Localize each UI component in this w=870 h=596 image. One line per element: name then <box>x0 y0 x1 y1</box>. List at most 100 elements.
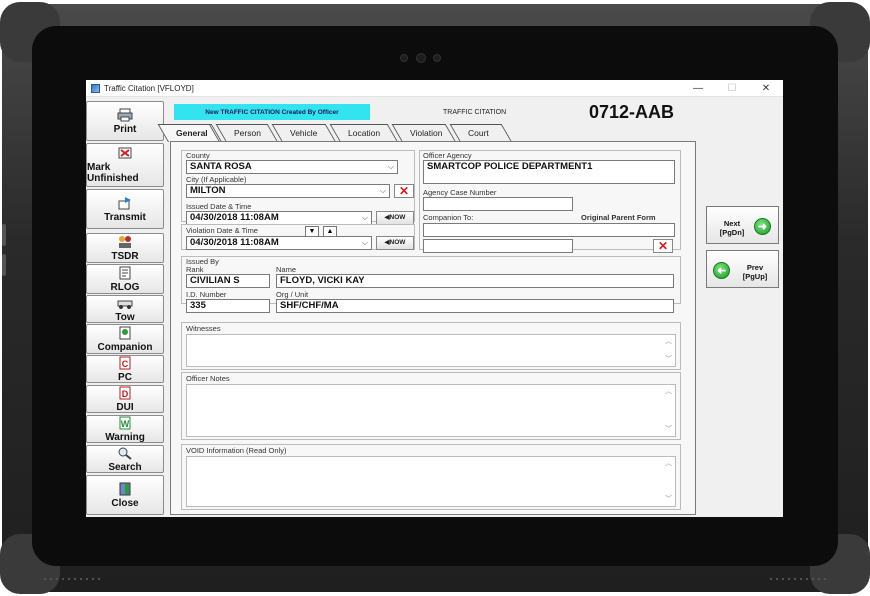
tab-vehicle[interactable]: Vehicle <box>271 124 336 142</box>
rank-label: Rank <box>186 265 204 274</box>
svg-text:W: W <box>121 419 130 429</box>
chevron-down-icon: ⌵ <box>379 186 386 195</box>
scroll-down-icon[interactable]: ﹀ <box>665 425 672 435</box>
citation-number: 0712-AAB <box>589 102 675 122</box>
warning-button[interactable]: W Warning <box>86 415 164 443</box>
org-unit-label: Org / Unit <box>276 290 309 299</box>
next-button[interactable]: Next [PgDn] ➜ <box>706 206 779 244</box>
dui-label: DUI <box>116 401 134 413</box>
officer-agency-label: Officer Agency <box>423 151 472 160</box>
tab-location[interactable]: Location <box>329 124 398 142</box>
next-label: Next <box>723 219 741 228</box>
close-button[interactable]: Close <box>86 475 164 515</box>
tab-violation[interactable]: Violation <box>391 124 456 142</box>
transmit-label: Transmit <box>104 211 146 223</box>
tow-label: Tow <box>115 311 135 323</box>
tsdr-label: TSDR <box>111 250 139 262</box>
close-label: Close <box>111 497 139 509</box>
tab-person[interactable]: Person <box>215 124 278 142</box>
scroll-up-icon[interactable]: ︿ <box>665 459 672 469</box>
close-window-button[interactable]: ✕ <box>749 83 783 94</box>
county-select[interactable]: SANTA ROSA ⌵ <box>186 160 398 174</box>
dui-button[interactable]: D DUI <box>86 385 164 413</box>
form-type-label: TRAFFIC CITATION <box>443 109 507 116</box>
chevron-down-icon: ⌵ <box>361 213 368 222</box>
search-button[interactable]: Search <box>86 445 164 473</box>
officer-notes-label: Officer Notes <box>186 374 230 383</box>
id-number-field[interactable]: 335 <box>186 299 270 313</box>
issued-now-button[interactable]: ◀NOW <box>376 211 414 225</box>
transmit-icon <box>117 196 133 210</box>
mark-unfinished-button[interactable]: Mark Unfinished <box>86 143 164 187</box>
app-window: Traffic Citation [VFLOYD] — ☐ ✕ Print Ma… <box>86 80 783 517</box>
app-icon <box>91 83 100 93</box>
prev-key-label: [PgUp] <box>742 272 768 281</box>
general-panel: County SANTA ROSA ⌵ City (If Applicable) … <box>170 141 696 515</box>
violation-date-picker[interactable]: 04/30/2018 11:08AM ⌵ <box>186 236 372 250</box>
companion-field[interactable] <box>423 223 675 237</box>
minimize-button[interactable]: — <box>681 83 715 94</box>
warning-icon: W <box>117 416 133 430</box>
agency-case-field[interactable] <box>423 197 573 211</box>
printer-icon <box>117 108 133 122</box>
parent-form-field[interactable] <box>423 239 573 253</box>
id-number-label: I.D. Number <box>186 290 227 299</box>
speaker-grille <box>768 576 828 582</box>
name-label: Name <box>276 265 297 274</box>
tab-general[interactable]: General <box>157 124 220 142</box>
clear-city-button[interactable]: ✕ <box>394 184 414 198</box>
prev-button[interactable]: ➜ Prev [PgUp] <box>706 250 779 288</box>
clear-companion-button[interactable]: ✕ <box>653 239 673 253</box>
witnesses-label: Witnesses <box>186 324 221 333</box>
arrow-left-icon: ➜ <box>713 262 730 279</box>
witnesses-textarea[interactable]: ︿ ﹀ <box>186 334 676 367</box>
close-icon: ✕ <box>398 184 410 198</box>
svg-text:D: D <box>122 389 129 399</box>
companion-button[interactable]: Companion <box>86 324 164 354</box>
issued-date-picker[interactable]: 04/30/2018 11:08AM ⌵ <box>186 211 372 225</box>
violation-now-button[interactable]: ◀NOW <box>376 236 414 250</box>
mark-unfinished-label: Mark Unfinished <box>87 162 139 184</box>
tablet-side-button <box>2 254 6 276</box>
scroll-up-icon[interactable]: ︿ <box>665 337 672 347</box>
officer-notes-textarea[interactable]: ︿ ﹀ <box>186 384 676 437</box>
search-label: Search <box>108 461 142 473</box>
speaker-grille <box>42 576 102 582</box>
scroll-down-icon[interactable]: ﹀ <box>665 355 672 365</box>
rank-field[interactable]: CIVILIAN S <box>186 274 270 288</box>
dui-icon: D <box>117 386 133 400</box>
tsdr-button[interactable]: TSDR <box>86 233 164 263</box>
print-button[interactable]: Print <box>86 101 164 141</box>
void-info-textarea: ︿ ﹀ <box>186 456 676 507</box>
org-unit-field[interactable]: SHF/CHF/MA <box>276 299 674 313</box>
pc-icon: C <box>117 356 133 370</box>
next-key-label: [PgDn] <box>719 228 745 237</box>
svg-text:C: C <box>122 359 129 369</box>
pc-button[interactable]: C PC <box>86 355 164 383</box>
left-toolbar: Print Mark Unfinished Transmit TSDR RLOG… <box>86 98 164 517</box>
rlog-button[interactable]: RLOG <box>86 264 164 294</box>
tablet-side-button <box>2 224 6 246</box>
void-info-label: VOID Information (Read Only) <box>186 446 287 455</box>
rlog-label: RLOG <box>110 281 140 293</box>
scroll-up-icon[interactable]: ︿ <box>665 387 672 397</box>
tow-button[interactable]: Tow <box>86 295 164 323</box>
companion-icon <box>117 326 133 340</box>
camera-icon <box>416 53 426 63</box>
scroll-down-icon[interactable]: ﹀ <box>665 495 672 505</box>
title-bar: Traffic Citation [VFLOYD] — ☐ ✕ <box>86 80 783 97</box>
rlog-icon <box>117 266 133 280</box>
transmit-button[interactable]: Transmit <box>86 189 164 229</box>
officer-agency-field[interactable]: SMARTCOP POLICE DEPARTMENT1 <box>423 160 675 184</box>
city-select[interactable]: MILTON ⌵ <box>186 184 390 198</box>
parent-form-label: Original Parent Form <box>581 213 656 222</box>
tab-court[interactable]: Court <box>449 124 512 142</box>
print-label: Print <box>113 123 137 135</box>
chevron-down-icon: ⌵ <box>387 162 394 171</box>
maximize-button[interactable]: ☐ <box>715 83 749 94</box>
close-door-icon <box>117 482 133 496</box>
warning-label: Warning <box>105 431 145 443</box>
companion-to-label: Companion To: <box>423 213 474 222</box>
camera-icon <box>400 54 408 62</box>
name-field[interactable]: FLOYD, VICKI KAY <box>276 274 674 288</box>
